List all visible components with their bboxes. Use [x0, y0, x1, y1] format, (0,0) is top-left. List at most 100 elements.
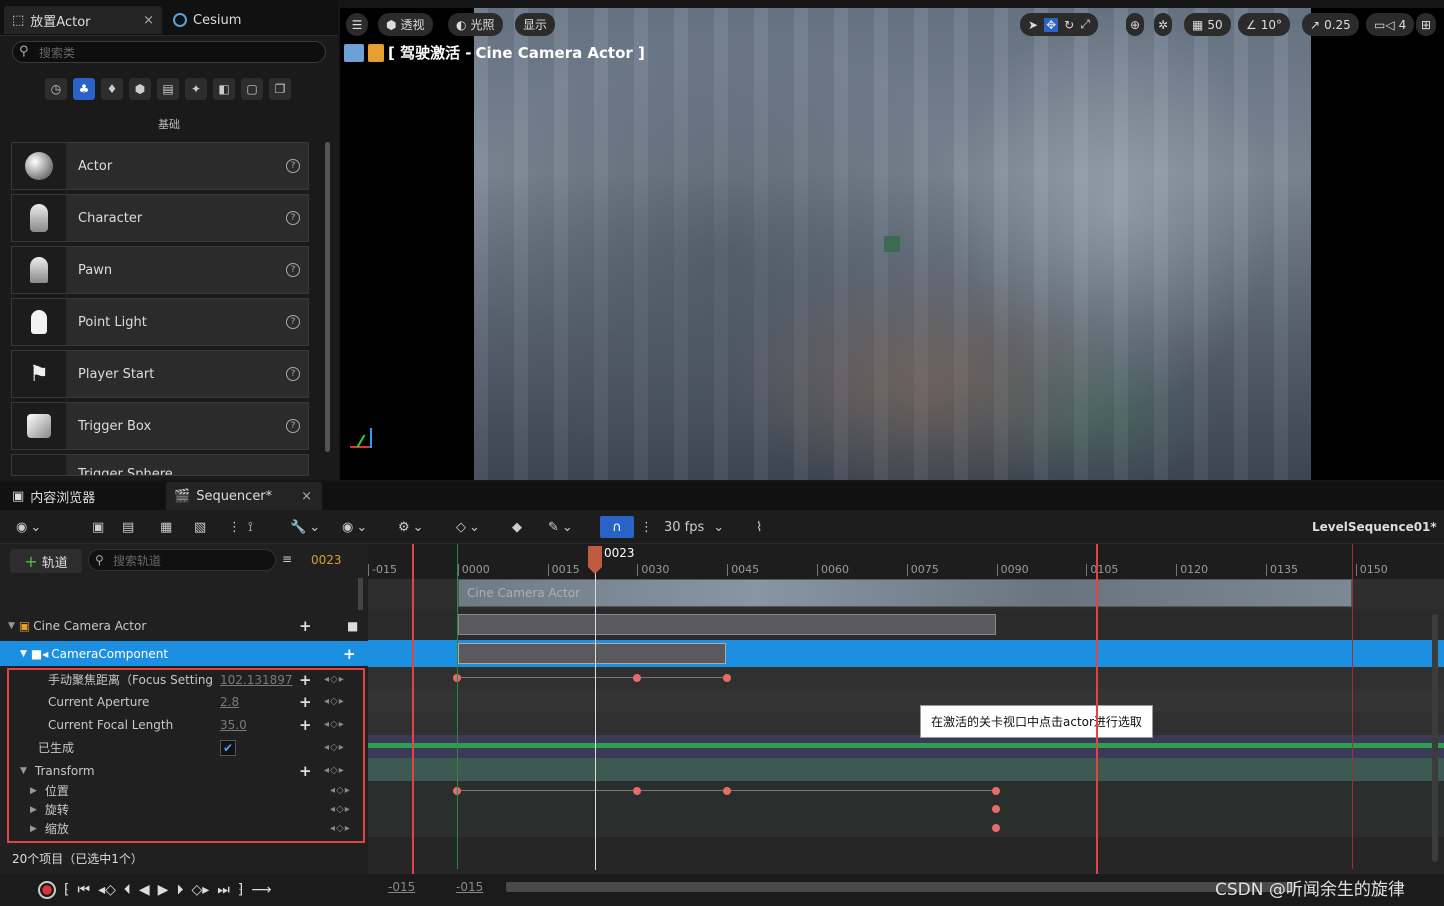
- place-item-pawn[interactable]: Pawn ?: [11, 246, 309, 294]
- volumes-icon[interactable]: ▢: [241, 78, 263, 100]
- transform-icon[interactable]: ⟟: [248, 516, 253, 538]
- next-key-icon[interactable]: ◇▸: [191, 882, 209, 898]
- shapes-icon[interactable]: ⬢: [129, 78, 151, 100]
- clapper-icon[interactable]: ▧: [194, 516, 206, 538]
- view-button[interactable]: ◉ ⌄: [342, 516, 367, 538]
- tab-place-actors[interactable]: ⬚ 放置Actor ×: [4, 6, 162, 34]
- view-range-start[interactable]: -015: [388, 880, 415, 894]
- help-icon[interactable]: ?: [286, 159, 300, 173]
- key-button[interactable]: ◇ ⌄: [456, 516, 480, 538]
- camera-speed-button[interactable]: ▭◁ 4: [1366, 13, 1415, 36]
- world-local-button[interactable]: ⊕: [1126, 13, 1145, 36]
- help-icon[interactable]: ?: [286, 211, 300, 225]
- track-camera-component[interactable]: ▼ ■◂ CameraComponent +: [0, 641, 368, 666]
- scene-render[interactable]: [474, 8, 1311, 480]
- fps-dropdown[interactable]: 30 fps ⌄: [664, 516, 724, 538]
- place-item-trigger-sphere[interactable]: Trigger Sphere: [11, 454, 309, 476]
- filter-icon[interactable]: ≡: [282, 552, 292, 566]
- scale-icon[interactable]: ⤢: [1080, 17, 1090, 32]
- reverse-play-icon[interactable]: ◀: [139, 882, 150, 898]
- rotate-icon[interactable]: ↻: [1064, 18, 1074, 32]
- lighting-button[interactable]: ◐ 光照: [448, 13, 503, 36]
- camera-icon[interactable]: ▦: [160, 516, 172, 538]
- playback-range-start[interactable]: -015: [456, 880, 483, 894]
- help-icon[interactable]: ?: [286, 419, 300, 433]
- open-folder-icon[interactable]: ▤: [122, 516, 134, 538]
- grid-snap-button[interactable]: ▦ 50: [1184, 13, 1231, 36]
- scrollbar[interactable]: [325, 142, 330, 452]
- viewport-menu-button[interactable]: ☰: [346, 13, 368, 36]
- save-icon[interactable]: ▣: [92, 516, 104, 538]
- lights-icon[interactable]: ♦: [101, 78, 123, 100]
- actor-marker[interactable]: [884, 236, 900, 252]
- search-placeholder: 搜索类: [39, 45, 76, 60]
- sequencer-timeline[interactable]: -015 0000 0015 0030 0045 0060 0075 0090 0105 0120…: [368, 544, 1444, 906]
- step-back-icon[interactable]: ⏴: [124, 882, 131, 898]
- settings-button[interactable]: 🔧 ⌄: [290, 516, 320, 538]
- tree-scrollbar[interactable]: [358, 578, 363, 610]
- place-item-actor[interactable]: Actor ?: [11, 142, 309, 190]
- jump-to-start-icon[interactable]: ⁅: [64, 882, 69, 898]
- tab-content-browser[interactable]: ▣ 内容浏览器: [4, 482, 103, 510]
- plus-icon: +: [24, 551, 38, 571]
- play-icon[interactable]: ▶: [158, 882, 169, 898]
- place-item-trigger-box[interactable]: Trigger Box ?: [11, 402, 309, 450]
- curve-editor-icon[interactable]: ⌇: [756, 516, 762, 538]
- cinematic-icon[interactable]: ▤: [157, 78, 179, 100]
- level-viewport[interactable]: ☰ ⬢ 透视 ◐ 光照 显示 [ 驾驶激活 - Cine Camera Actor …: [340, 8, 1444, 480]
- select-icon[interactable]: ➤: [1028, 18, 1038, 32]
- record-icon[interactable]: [38, 881, 56, 899]
- horizontal-scrollbar[interactable]: [506, 882, 1296, 892]
- expand-arrow-icon[interactable]: ▼: [20, 649, 27, 659]
- place-item-player-start[interactable]: ⚑ Player Start ?: [11, 350, 309, 398]
- geometry-icon[interactable]: ◧: [213, 78, 235, 100]
- playback-button[interactable]: ⚙ ⌄: [398, 516, 424, 538]
- add-button[interactable]: +: [343, 645, 356, 663]
- help-icon[interactable]: ?: [286, 263, 300, 277]
- move-icon[interactable]: ✥: [1044, 17, 1059, 32]
- loop-icon[interactable]: ⟶: [251, 882, 271, 898]
- perspective-button[interactable]: ⬢ 透视: [378, 13, 433, 36]
- prev-key-icon[interactable]: ◂◇: [98, 882, 116, 898]
- help-icon[interactable]: ?: [286, 315, 300, 329]
- camera-cut-icon[interactable]: ■: [347, 619, 358, 633]
- chevron-down-icon: ⌄: [713, 519, 725, 535]
- current-frame-field[interactable]: 0023: [311, 553, 342, 567]
- step-forward-key-icon[interactable]: ⏭: [217, 882, 230, 898]
- show-button[interactable]: 显示: [515, 13, 556, 36]
- snap-magnet-icon[interactable]: ∩: [600, 516, 634, 538]
- close-icon[interactable]: ×: [301, 489, 312, 504]
- visual-effects-icon[interactable]: ✦: [185, 78, 207, 100]
- tab-sequencer[interactable]: 🎬 Sequencer* ×: [166, 482, 322, 510]
- close-icon[interactable]: ×: [143, 13, 154, 28]
- place-item-character[interactable]: Character ?: [11, 194, 309, 242]
- transform-tools[interactable]: ➤ ✥ ↻ ⤢: [1020, 13, 1098, 36]
- expand-arrow-icon[interactable]: ▼: [8, 621, 15, 631]
- jump-to-end-icon[interactable]: ⁆: [238, 882, 243, 898]
- eject-icon[interactable]: [344, 43, 364, 62]
- more-icon[interactable]: ⋮: [228, 516, 241, 538]
- recent-icon[interactable]: ◷: [45, 78, 67, 100]
- search-input[interactable]: ⚲ 搜索类: [12, 41, 326, 63]
- surface-snap-button[interactable]: ✲: [1154, 13, 1173, 36]
- place-item-point-light[interactable]: Point Light ?: [11, 298, 309, 346]
- angle-snap-button[interactable]: ∠ 10°: [1238, 13, 1291, 36]
- scale-snap-button[interactable]: ↗ 0.25: [1302, 13, 1359, 36]
- auto-key-icon[interactable]: ◆: [512, 516, 522, 538]
- add-button[interactable]: +: [299, 617, 312, 635]
- tab-cesium[interactable]: Cesium: [165, 6, 249, 34]
- end-marker[interactable]: [1352, 544, 1353, 869]
- help-icon[interactable]: ?: [286, 367, 300, 381]
- edit-button[interactable]: ✎ ⌄: [548, 516, 573, 538]
- all-classes-icon[interactable]: ❐: [269, 78, 291, 100]
- add-track-button[interactable]: + 轨道: [10, 549, 82, 573]
- step-forward-icon[interactable]: ⏵: [176, 882, 183, 898]
- track-search-input[interactable]: ⚲ 搜索轨道: [88, 549, 276, 571]
- step-back-key-icon[interactable]: ⏮: [77, 882, 90, 898]
- layout-button[interactable]: ⊞: [1416, 13, 1437, 36]
- snap-options-icon[interactable]: ⋮: [640, 516, 653, 538]
- basic-category-icon[interactable]: ♣: [73, 78, 95, 100]
- world-button[interactable]: ◉ ⌄: [16, 516, 41, 538]
- track-cine-camera-actor[interactable]: ▼ ▣ Cine Camera Actor + ■: [0, 614, 368, 637]
- vertical-scrollbar[interactable]: [1432, 614, 1438, 862]
